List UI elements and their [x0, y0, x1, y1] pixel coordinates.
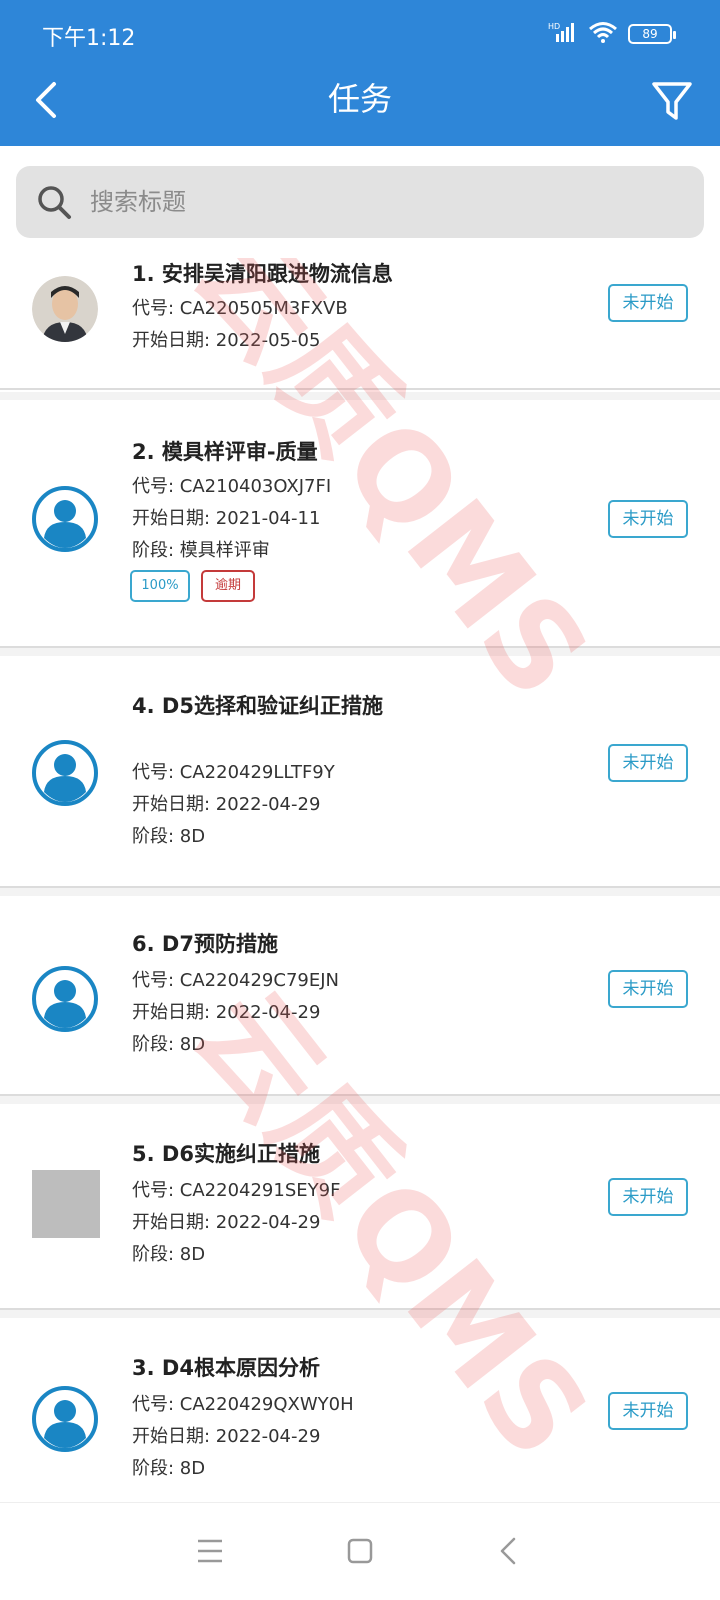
default-user-icon	[32, 1386, 98, 1452]
wifi-icon	[588, 20, 618, 48]
user-photo-avatar	[32, 276, 98, 342]
menu-icon	[198, 1539, 222, 1563]
status-time: 下午1:12	[42, 26, 136, 51]
filter-button[interactable]	[648, 76, 696, 124]
card-divider	[0, 888, 720, 896]
task-code: 代号: CA220505M3FXVB	[132, 298, 348, 319]
task-list: 1. 安排吴清阳跟进物流信息 代号: CA220505M3FXVB 开始日期: …	[0, 258, 720, 1502]
status-icons: HD 89	[548, 20, 676, 48]
back-chevron-icon	[500, 1537, 516, 1565]
card-divider	[0, 392, 720, 400]
task-title: 5. D6实施纠正措施	[132, 1142, 320, 1166]
task-code: 代号: CA220429LLTF9Y	[132, 762, 335, 783]
task-stage: 阶段: 8D	[132, 1244, 206, 1265]
task-start-date: 开始日期: 2022-04-29	[132, 1212, 321, 1233]
search-input[interactable]	[90, 166, 670, 238]
default-user-icon	[32, 740, 98, 806]
task-card-2[interactable]: 2. 模具样评审-质量 代号: CA210403OXJ7FI 开始日期: 202…	[0, 400, 720, 648]
task-stage: 阶段: 8D	[132, 1458, 206, 1479]
network-type-label: HD	[548, 22, 560, 31]
system-back-button[interactable]	[490, 1531, 530, 1571]
default-user-icon	[32, 966, 98, 1032]
task-title: 6. D7预防措施	[132, 932, 278, 956]
task-code: 代号: CA2204291SEY9F	[132, 1180, 341, 1201]
home-square-icon	[347, 1538, 373, 1564]
card-divider	[0, 1096, 720, 1104]
battery-icon: 89	[628, 24, 676, 44]
filter-icon	[652, 82, 692, 120]
task-card-5[interactable]: 5. D6实施纠正措施 代号: CA2204291SEY9F 开始日期: 202…	[0, 1104, 720, 1310]
task-code: 代号: CA210403OXJ7FI	[132, 476, 332, 497]
search-bar	[16, 166, 704, 238]
task-start-date: 开始日期: 2021-04-11	[132, 508, 321, 529]
signal-icon: HD	[548, 20, 578, 48]
task-start-date: 开始日期: 2022-04-29	[132, 794, 321, 815]
overdue-badge: 逾期	[201, 570, 255, 602]
task-card-1[interactable]: 1. 安排吴清阳跟进物流信息 代号: CA220505M3FXVB 开始日期: …	[0, 258, 720, 390]
task-start-date: 开始日期: 2022-04-29	[132, 1426, 321, 1447]
task-card-3[interactable]: 4. D5选择和验证纠正措施 代号: CA220429LLTF9Y 开始日期: …	[0, 656, 720, 888]
task-title: 3. D4根本原因分析	[132, 1356, 320, 1380]
search-icon	[34, 182, 74, 222]
task-stage: 阶段: 8D	[132, 1034, 206, 1055]
card-divider	[0, 1310, 720, 1318]
card-divider	[0, 648, 720, 656]
status-bar: 下午1:12 HD 89	[0, 0, 720, 68]
system-nav-bar	[0, 1502, 720, 1600]
task-card-4[interactable]: 6. D7预防措施 代号: CA220429C79EJN 开始日期: 2022-…	[0, 896, 720, 1096]
progress-badge: 100%	[130, 570, 190, 602]
task-title: 4. D5选择和验证纠正措施	[132, 694, 383, 718]
task-code: 代号: CA220429QXWY0H	[132, 1394, 354, 1415]
status-button[interactable]: 未开始	[608, 1178, 688, 1216]
status-button[interactable]: 未开始	[608, 284, 688, 322]
status-button[interactable]: 未开始	[608, 500, 688, 538]
task-stage: 阶段: 模具样评审	[132, 540, 270, 561]
home-button[interactable]	[340, 1531, 380, 1571]
status-button[interactable]: 未开始	[608, 1392, 688, 1430]
task-code: 代号: CA220429C79EJN	[132, 970, 339, 991]
page-title: 任务	[327, 80, 392, 118]
status-button[interactable]: 未开始	[608, 970, 688, 1008]
nav-bar: 任务	[0, 68, 720, 146]
task-title: 2. 模具样评审-质量	[132, 440, 318, 464]
status-button[interactable]: 未开始	[608, 744, 688, 782]
task-start-date: 开始日期: 2022-05-05	[132, 330, 321, 351]
placeholder-image	[32, 1170, 100, 1238]
menu-button[interactable]	[190, 1531, 230, 1571]
task-stage: 阶段: 8D	[132, 826, 206, 847]
task-title: 1. 安排吴清阳跟进物流信息	[132, 262, 393, 286]
default-user-icon	[32, 486, 98, 552]
task-card-6[interactable]: 3. D4根本原因分析 代号: CA220429QXWY0H 开始日期: 202…	[0, 1318, 720, 1502]
task-start-date: 开始日期: 2022-04-29	[132, 1002, 321, 1023]
